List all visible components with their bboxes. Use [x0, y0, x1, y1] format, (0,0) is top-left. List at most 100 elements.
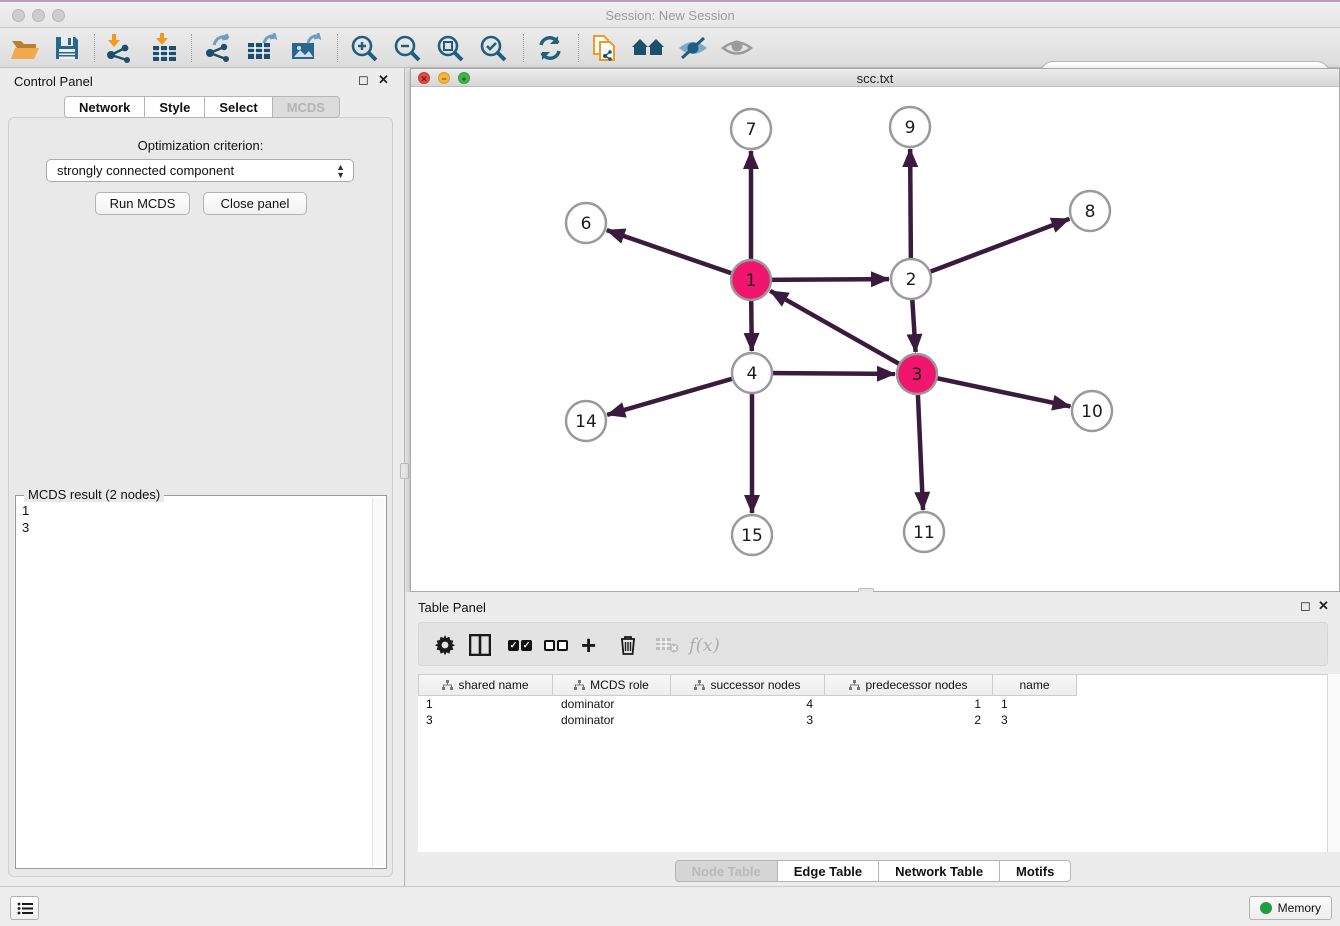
task-history-button[interactable]	[10, 896, 39, 920]
node-2[interactable]: 2	[891, 259, 931, 299]
delete-table-icon[interactable]	[655, 630, 679, 660]
close-table-panel-icon[interactable]: ✕	[1318, 599, 1329, 613]
table-cell[interactable]: 3	[671, 712, 825, 728]
edge-4-3[interactable]	[752, 373, 895, 374]
table-cell[interactable]: dominator	[553, 696, 671, 712]
edge-4-14[interactable]	[607, 373, 752, 415]
close-panel-icon[interactable]: ✕	[378, 73, 389, 87]
column-header-MCDS-role[interactable]: MCDS role	[553, 675, 671, 696]
node-11[interactable]: 11	[904, 512, 944, 552]
network-window-titlebar[interactable]: ✕ − + scc.txt	[411, 69, 1339, 87]
edge-3-1[interactable]	[770, 291, 917, 374]
hide-eye-icon[interactable]	[676, 32, 710, 64]
clone-network-icon[interactable]	[588, 32, 622, 64]
table-header-row: shared nameMCDS rolesuccessor nodesprede…	[418, 675, 1077, 696]
vertical-splitter-grip[interactable]	[400, 463, 409, 479]
memory-button[interactable]: Memory	[1249, 896, 1332, 920]
show-eye-icon[interactable]	[720, 32, 754, 64]
tab-network[interactable]: Network	[64, 96, 145, 118]
split-columns-icon[interactable]	[469, 630, 491, 660]
edge-1-6[interactable]	[607, 230, 751, 280]
table-scrollbar[interactable]	[1327, 674, 1340, 852]
column-header-name[interactable]: name	[993, 675, 1077, 696]
optimization-criterion-select[interactable]: strongly connected component ▲▼	[46, 159, 354, 182]
import-table-icon[interactable]	[147, 32, 181, 64]
svg-text:6: 6	[581, 214, 592, 234]
refresh-icon[interactable]	[533, 32, 567, 64]
save-icon[interactable]	[50, 32, 84, 64]
column-header-shared-name[interactable]: shared name	[418, 675, 553, 696]
zoom-in-icon[interactable]	[347, 32, 381, 64]
tab-mcds[interactable]: MCDS	[273, 96, 340, 118]
table-row[interactable]: 1dominator411	[418, 696, 1328, 712]
mcds-scrollbar[interactable]	[372, 498, 384, 866]
settings-gear-icon[interactable]	[435, 630, 455, 660]
table-row[interactable]: 3dominator323	[418, 712, 1328, 728]
delete-column-icon[interactable]	[619, 630, 637, 660]
node-7[interactable]: 7	[731, 109, 771, 149]
column-header-successor-nodes[interactable]: successor nodes	[671, 675, 825, 696]
svg-text:10: 10	[1081, 402, 1103, 422]
svg-text:2: 2	[906, 270, 917, 290]
tab-motifs[interactable]: Motifs	[1000, 860, 1071, 882]
export-image-icon[interactable]	[289, 32, 323, 64]
status-bar: Memory	[0, 886, 1340, 926]
table-tabs: Node Table Edge Table Network Table Moti…	[406, 860, 1340, 882]
edge-layer	[607, 149, 1071, 513]
tab-node-table[interactable]: Node Table	[675, 860, 778, 882]
home-icon[interactable]	[631, 32, 665, 64]
open-folder-icon[interactable]	[8, 32, 42, 64]
column-header-predecessor-nodes[interactable]: predecessor nodes	[825, 675, 993, 696]
zoom-out-icon[interactable]	[390, 32, 424, 64]
node-1[interactable]: 1	[731, 260, 771, 300]
node-9[interactable]: 9	[890, 107, 930, 147]
svg-text:8: 8	[1085, 202, 1096, 222]
table-cell[interactable]: 2	[825, 712, 993, 728]
svg-text:9: 9	[905, 118, 916, 138]
edge-2-8[interactable]	[911, 219, 1069, 279]
table-cell[interactable]: 4	[671, 696, 825, 712]
node-8[interactable]: 8	[1070, 191, 1110, 231]
mcds-result-box: MCDS result (2 nodes) 1 3	[15, 495, 387, 869]
table-cell[interactable]: 3	[418, 712, 553, 728]
run-mcds-button[interactable]: Run MCDS	[95, 192, 190, 215]
toolbar-separator	[578, 34, 579, 62]
float-table-panel-icon[interactable]: ◻	[1300, 599, 1311, 613]
select-all-icon[interactable]: ✓✓	[507, 630, 533, 660]
tab-style[interactable]: Style	[145, 96, 205, 118]
new-network-icon[interactable]	[201, 32, 235, 64]
tab-edge-table[interactable]: Edge Table	[778, 860, 879, 882]
import-network-icon[interactable]	[101, 32, 135, 64]
table-cell[interactable]: 1	[993, 696, 1077, 712]
table-cell[interactable]: 1	[418, 696, 553, 712]
svg-text:7: 7	[746, 120, 757, 140]
float-panel-icon[interactable]: ◻	[358, 73, 369, 87]
export-table-icon[interactable]	[245, 32, 279, 64]
node-14[interactable]: 14	[566, 401, 606, 441]
mcds-result-title: MCDS result (2 nodes)	[24, 487, 164, 502]
zoom-fit-icon[interactable]	[433, 32, 467, 64]
svg-text:14: 14	[575, 412, 597, 432]
tab-select[interactable]: Select	[205, 96, 272, 118]
function-builder-icon[interactable]: f(x)	[689, 630, 720, 660]
network-canvas-svg[interactable]: 1 2 3 4 6 7 8 9 10 11 14 15	[411, 87, 1339, 591]
deselect-all-icon[interactable]	[543, 630, 569, 660]
selected-option: strongly connected component	[57, 163, 234, 178]
table-cell[interactable]: 1	[825, 696, 993, 712]
node-3[interactable]: 3	[897, 354, 937, 394]
edge-3-10[interactable]	[917, 374, 1070, 406]
zoom-selected-icon[interactable]	[476, 32, 510, 64]
node-6[interactable]: 6	[566, 203, 606, 243]
table-cell[interactable]: 3	[993, 712, 1077, 728]
tab-network-table[interactable]: Network Table	[879, 860, 1000, 882]
node-4[interactable]: 4	[732, 353, 772, 393]
node-15[interactable]: 15	[732, 515, 772, 555]
node-10[interactable]: 10	[1072, 391, 1112, 431]
add-column-icon[interactable]: +	[581, 630, 596, 660]
list-icon	[17, 902, 33, 915]
node-table[interactable]: shared nameMCDS rolesuccessor nodesprede…	[418, 674, 1328, 852]
network-view-window: ✕ − + scc.txt 1 2 3 4 6 7 8 9 10 11 14 15	[410, 68, 1340, 592]
control-panel-title: Control Panel	[14, 74, 93, 89]
table-cell[interactable]: dominator	[553, 712, 671, 728]
close-panel-button[interactable]: Close panel	[203, 192, 307, 215]
